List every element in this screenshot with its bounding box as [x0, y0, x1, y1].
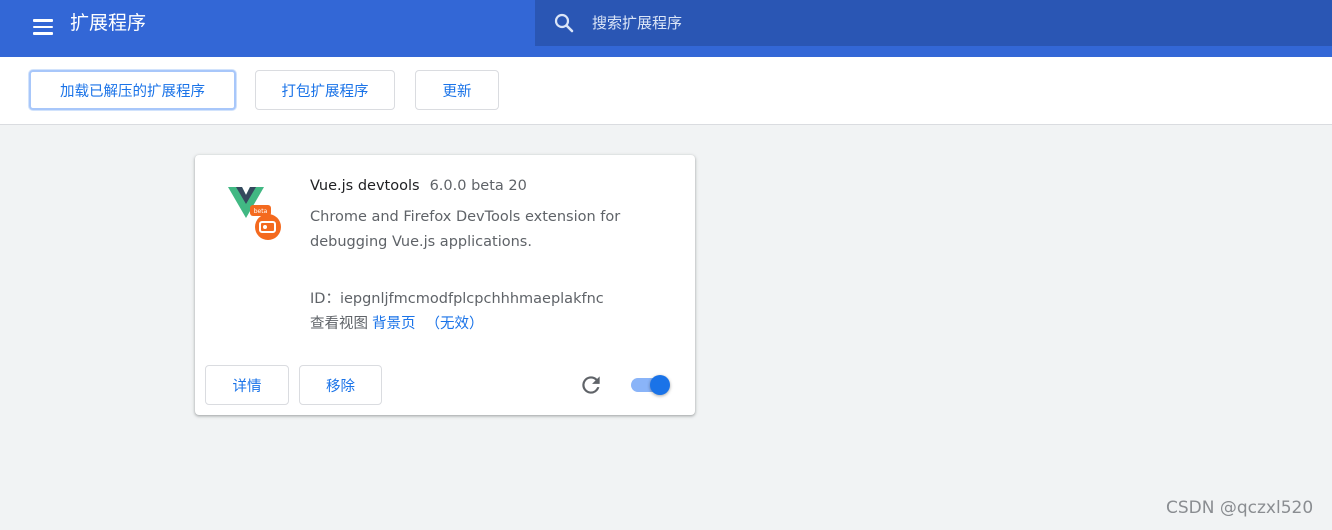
- reload-icon[interactable]: [578, 372, 604, 398]
- hamburger-menu-icon[interactable]: [26, 10, 60, 44]
- extension-id-label: ID：: [310, 291, 340, 307]
- extension-card: beta Vue.js devtools 6.0.0 beta 20 Chrome…: [195, 155, 695, 415]
- search-icon[interactable]: [552, 11, 576, 35]
- remove-button[interactable]: 移除: [299, 365, 382, 405]
- watermark: CSDN @qczxl520: [1166, 498, 1314, 518]
- enable-toggle[interactable]: [631, 375, 671, 395]
- vue-devtools-logo-icon: beta: [228, 187, 281, 240]
- page-title: 扩展程序: [70, 12, 147, 34]
- update-button[interactable]: 更新: [415, 70, 499, 110]
- extension-version: 6.0.0 beta 20: [429, 178, 527, 194]
- search-bar[interactable]: [535, 0, 1332, 46]
- top-bar: 扩展程序: [0, 0, 1332, 57]
- search-input[interactable]: [592, 8, 1332, 38]
- svg-text:beta: beta: [254, 208, 268, 215]
- inspect-views: 查看视图 背景页 （无效）: [310, 312, 484, 333]
- developer-toolbar: 加载已解压的扩展程序 打包扩展程序 更新: [0, 57, 1332, 125]
- background-page-link[interactable]: 背景页: [372, 316, 416, 332]
- view-status: （无效）: [425, 316, 484, 332]
- extension-id: ID：iepgnljfmcmodfplcpchhhmaeplakfnc: [310, 287, 604, 308]
- extension-name: Vue.js devtools: [310, 178, 420, 194]
- extension-description: Chrome and Firefox DevTools extension fo…: [310, 209, 621, 250]
- load-unpacked-button[interactable]: 加载已解压的扩展程序: [29, 70, 236, 110]
- details-button[interactable]: 详情: [205, 365, 289, 405]
- inspect-views-label: 查看视图: [310, 316, 368, 332]
- pack-extension-button[interactable]: 打包扩展程序: [255, 70, 395, 110]
- extension-id-value: iepgnljfmcmodfplcpchhhmaeplakfnc: [339, 291, 604, 307]
